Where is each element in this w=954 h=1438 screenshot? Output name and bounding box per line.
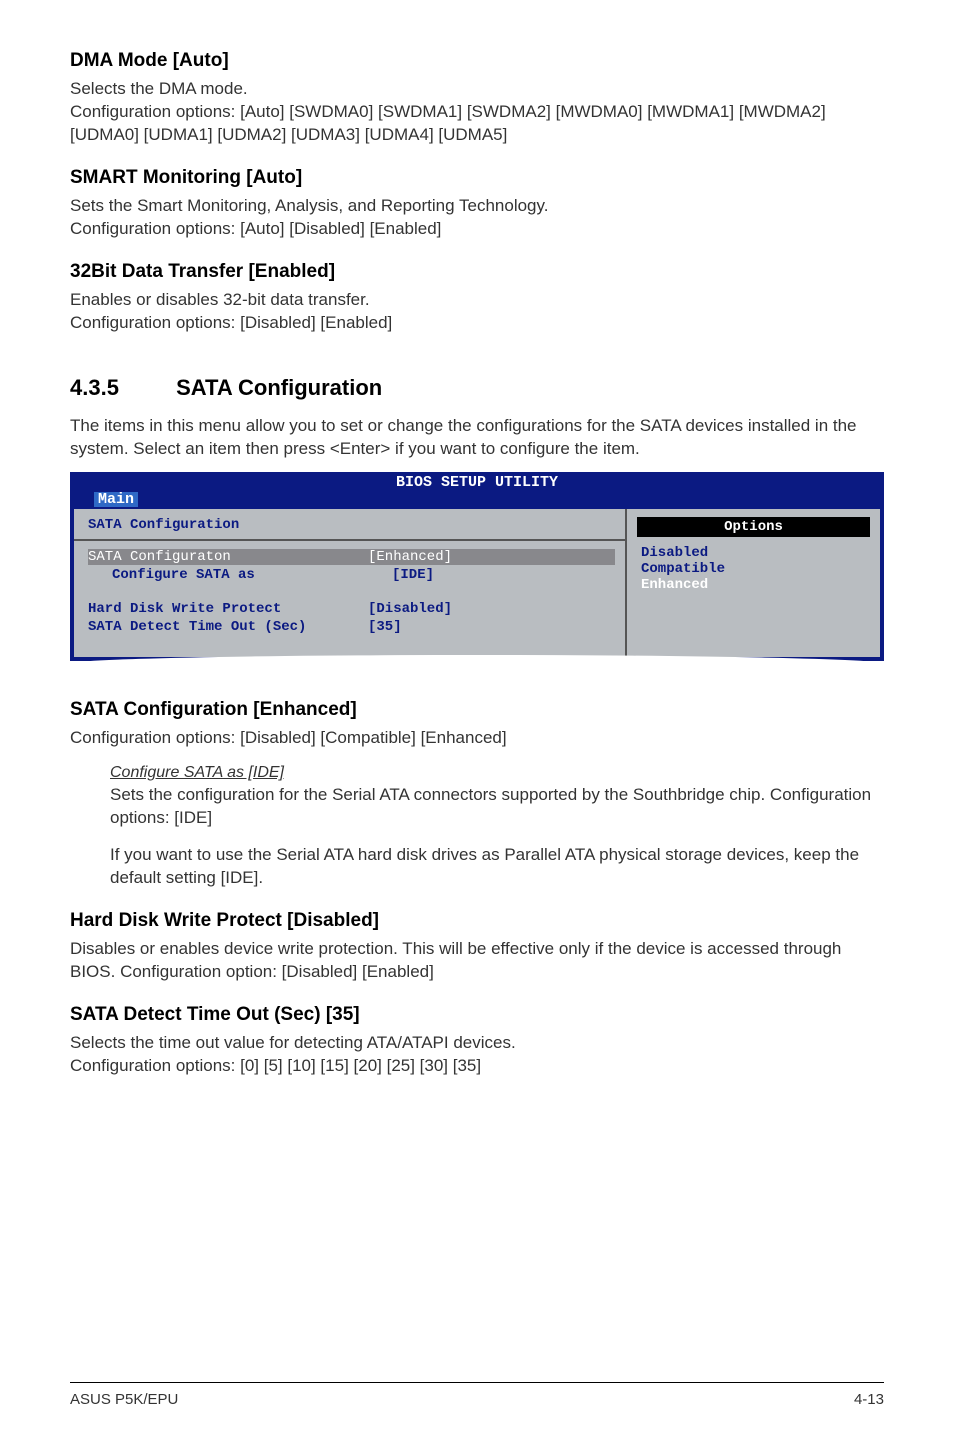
- footer-right: 4-13: [854, 1391, 884, 1408]
- hdwp-heading: Hard Disk Write Protect [Disabled]: [70, 910, 884, 932]
- configure-sata-subheading: Configure SATA as [IDE]: [110, 762, 884, 784]
- sata-enhanced-section: SATA Configuration [Enhanced] Configurat…: [70, 699, 884, 889]
- bios-tab-main[interactable]: Main: [94, 492, 138, 507]
- bios-row-configure-sata-as[interactable]: Configure SATA as [IDE]: [88, 567, 615, 583]
- dma-mode-text2: Configuration options: [Auto] [SWDMA0] […: [70, 101, 884, 147]
- configure-sata-text2: If you want to use the Serial ATA hard d…: [70, 844, 884, 890]
- transfer-text2: Configuration options: [Disabled] [Enabl…: [70, 312, 884, 335]
- configure-sata-subsection: Configure SATA as [IDE] Sets the configu…: [70, 762, 884, 829]
- bios-right-panel: Options Disabled Compatible Enhanced: [625, 509, 880, 657]
- transfer-heading: 32Bit Data Transfer [Enabled]: [70, 261, 884, 283]
- transfer-text1: Enables or disables 32-bit data transfer…: [70, 289, 884, 312]
- option-enhanced[interactable]: Enhanced: [637, 577, 870, 593]
- section-title: SATA Configuration: [176, 375, 382, 400]
- sata-enhanced-text1: Configuration options: [Disabled] [Compa…: [70, 727, 884, 750]
- option-compatible[interactable]: Compatible: [637, 561, 870, 577]
- detect-section: SATA Detect Time Out (Sec) [35] Selects …: [70, 1004, 884, 1078]
- bios-row-hd-write-protect[interactable]: Hard Disk Write Protect [Disabled]: [88, 601, 615, 617]
- sata-config-intro: The items in this menu allow you to set …: [70, 415, 884, 461]
- bios-content: SATA Configuraton [Enhanced] Configure S…: [74, 541, 625, 657]
- dma-mode-section: DMA Mode [Auto] Selects the DMA mode. Co…: [70, 50, 884, 147]
- dma-mode-heading: DMA Mode [Auto]: [70, 50, 884, 72]
- bios-title: BIOS SETUP UTILITY: [70, 472, 884, 491]
- bios-row-sata-configuraton[interactable]: SATA Configuraton [Enhanced]: [88, 549, 615, 565]
- detect-text1: Selects the time out value for detecting…: [70, 1032, 884, 1055]
- hdwp-section: Hard Disk Write Protect [Disabled] Disab…: [70, 910, 884, 984]
- smart-text2: Configuration options: [Auto] [Disabled]…: [70, 218, 884, 241]
- page-footer: ASUS P5K/EPU 4-13: [70, 1382, 884, 1408]
- dma-mode-text1: Selects the DMA mode.: [70, 78, 884, 101]
- option-disabled[interactable]: Disabled: [637, 545, 870, 561]
- bios-curve-decoration: [70, 655, 884, 669]
- bios-body: SATA Configuration SATA Configuraton [En…: [70, 509, 884, 661]
- transfer-section: 32Bit Data Transfer [Enabled] Enables or…: [70, 261, 884, 335]
- bios-window: BIOS SETUP UTILITY Main SATA Configurati…: [70, 472, 884, 669]
- bios-tabrow: Main: [70, 491, 884, 509]
- sata-config-heading: 4.3.5 SATA Configuration: [70, 375, 884, 401]
- smart-section: SMART Monitoring [Auto] Sets the Smart M…: [70, 167, 884, 241]
- detect-text2: Configuration options: [0] [5] [10] [15]…: [70, 1055, 884, 1078]
- configure-sata-text1: Sets the configuration for the Serial AT…: [110, 784, 884, 830]
- footer-left: ASUS P5K/EPU: [70, 1391, 178, 1408]
- bios-panel-title: SATA Configuration: [74, 509, 625, 541]
- bios-row-gap: [88, 585, 615, 599]
- detect-heading: SATA Detect Time Out (Sec) [35]: [70, 1004, 884, 1026]
- smart-text1: Sets the Smart Monitoring, Analysis, and…: [70, 195, 884, 218]
- bios-left-panel: SATA Configuration SATA Configuraton [En…: [74, 509, 625, 657]
- smart-heading: SMART Monitoring [Auto]: [70, 167, 884, 189]
- hdwp-text1: Disables or enables device write protect…: [70, 938, 884, 984]
- bios-row-sata-detect-timeout[interactable]: SATA Detect Time Out (Sec) [35]: [88, 619, 615, 635]
- sata-enhanced-heading: SATA Configuration [Enhanced]: [70, 699, 884, 721]
- options-title: Options: [637, 517, 870, 537]
- section-number: 4.3.5: [70, 375, 170, 401]
